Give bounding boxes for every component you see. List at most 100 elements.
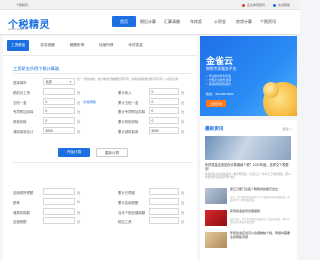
nav-item-annual-settlement[interactable]: 汇算清缴 bbox=[160, 16, 184, 27]
topbar-link-lawyer[interactable]: 企业律师顾问 bbox=[241, 3, 265, 7]
nav-item-home[interactable]: 首页 bbox=[112, 16, 136, 27]
cumulative-other-deduction-label: 累计其他扣除 bbox=[118, 120, 139, 125]
nav-item-housing-fund[interactable]: 公积金 bbox=[208, 16, 232, 27]
cumulative-special-deduction-input[interactable]: 0 bbox=[149, 107, 179, 115]
news-thumbnail[interactable] bbox=[205, 136, 291, 160]
news-top-title[interactable]: 年终奖金应该如何计算缴纳个税？2022年起，这样交个税更省！ bbox=[205, 163, 293, 171]
city-note: 选一下所在城市，部分城市社保缴费比例不同，各地社保基数可能有所不同，以实际为准 bbox=[77, 78, 179, 81]
nav-item-tax-news[interactable]: 个税资讯 bbox=[256, 16, 280, 27]
quick-deduction-unit: 元 bbox=[77, 210, 81, 215]
reset-button[interactable]: 重新计算 bbox=[96, 148, 128, 157]
form-row-total-deduction: 减除费用合计 5000 元 累计减除费用 5000 元 bbox=[13, 126, 193, 137]
news-thumbnail bbox=[205, 188, 227, 204]
cumulative-insurance-input[interactable]: 0 bbox=[149, 97, 179, 105]
cumulative-income-unit: 元 bbox=[181, 90, 185, 95]
result-row: 应缴税额 元 税后工资 元 bbox=[13, 217, 193, 227]
monthly-tax-output bbox=[149, 207, 179, 215]
tab-labor[interactable]: 劳务报酬 bbox=[36, 40, 58, 51]
after-tax-salary-label: 税后工资 bbox=[118, 220, 132, 225]
cumulative-other-deduction-input[interactable]: 0 bbox=[149, 117, 179, 125]
banner-title: 金雀云 bbox=[206, 56, 234, 66]
income-type-tabs: 工资薪金 劳务报酬 稿酬所得 经营所得 年终奖金 bbox=[3, 36, 197, 56]
chevron-down-icon: ▼ bbox=[69, 80, 72, 84]
news-item-title[interactable]: 年终奖金应当怎么合理缴纳个税，申报时需要注意哪些问题 bbox=[230, 231, 292, 240]
prepaid-output bbox=[149, 188, 179, 195]
cumulative-deduction-input[interactable]: 5000 bbox=[149, 126, 179, 134]
news-heading: 最新资讯 bbox=[205, 126, 224, 131]
cumulative-tax-label: 累计应纳税额 bbox=[118, 200, 139, 205]
insurance-detail-link[interactable]: [查看明细] bbox=[83, 100, 96, 104]
topbar-link-help[interactable]: 在线帮助 bbox=[272, 3, 290, 7]
nav-item-after-tax[interactable]: 税后计算 bbox=[136, 16, 160, 27]
topbar-site-name: 个税精灵 bbox=[16, 3, 29, 7]
promo-banner[interactable]: 金雀云 财税专家服务平台 专业税务筹划方案 合规企业账务处理 资深财税团队服务 … bbox=[200, 36, 297, 116]
nav-item-mortgage[interactable]: 房贷计算 bbox=[232, 16, 256, 27]
news-panel: 最新资讯 更多>> 年终奖金应该如何计算缴纳个税？2022年起，这样交个税更省！… bbox=[200, 120, 297, 260]
banner-phone: 热线：400-600-8000 bbox=[206, 92, 234, 96]
calculator-panel: 工资薪金 劳务报酬 稿酬所得 经营所得 年终奖金 工资薪金所得个税计算器 选择城… bbox=[3, 36, 197, 260]
city-label: 选择城市 bbox=[13, 81, 27, 85]
news-item-title[interactable]: 年终奖金如何合理避税 bbox=[230, 209, 292, 214]
news-top-desc: 年终奖是企业给职员的一笔丰厚奖励，也是员工一年辛苦工作的回报，那么年终奖金该如何… bbox=[205, 173, 291, 180]
cumulative-deduction-label: 累计减除费用 bbox=[118, 129, 139, 134]
cumulative-insurance-label: 累计五险一金 bbox=[118, 100, 139, 105]
site-logo-subtitle: gesuijingling.com bbox=[8, 28, 28, 31]
nav-item-year-end-bonus[interactable]: 年终奖 bbox=[184, 16, 208, 27]
quick-deduction-output bbox=[43, 207, 75, 215]
monthly-tax-label: 当月个税应缴纳额 bbox=[118, 210, 146, 215]
sidebar: 金雀云 财税专家服务平台 专业税务筹划方案 合规企业账务处理 资深财税团队服务 … bbox=[200, 36, 297, 260]
result-row: 速算扣除数 元 当月个税应缴纳额 元 bbox=[13, 207, 193, 218]
help-icon bbox=[272, 3, 276, 7]
tab-annual-bonus[interactable]: 年终奖金 bbox=[125, 40, 147, 51]
news-list-item[interactable]: 浙江只能门急医个税税务政策已出台 近日，浙江省税务局发布关于个税改革的新政策解读… bbox=[205, 187, 293, 206]
news-thumbnail bbox=[205, 232, 227, 248]
cumulative-insurance-unit: 元 bbox=[181, 100, 185, 105]
form-row-special-deduction: 专项附加扣除 0 元 累计专项附加扣除 0 元 bbox=[13, 107, 193, 117]
coin-graphic bbox=[263, 82, 279, 98]
cumulative-income-label: 累计收入 bbox=[118, 90, 132, 95]
top-utility-bar: 个税精灵 企业律师顾问 在线帮助 bbox=[0, 0, 300, 10]
banner-consult-button[interactable]: 立即咨询 bbox=[206, 100, 227, 107]
tab-royalty[interactable]: 稿酬所得 bbox=[66, 40, 88, 51]
form-row-city: 选择城市 北京 ▼ 选一下所在城市，部分城市社保缴费比例不同，各地社保基数可能有所… bbox=[13, 78, 193, 88]
form-row-insurance: 五险一金 0 元 [查看明细] 累计五险一金 0 元 bbox=[13, 97, 193, 108]
special-deduction-label: 专项附加扣除 bbox=[13, 110, 34, 115]
cumulative-income-input[interactable]: 0 bbox=[149, 87, 179, 95]
news-item-desc: 近日，浙江省税务局发布关于个税改革的新政策解读，涉及诸多个人所得税优惠。 bbox=[230, 196, 290, 202]
news-item-title[interactable]: 浙江只能门急医个税税务政策已出台 bbox=[230, 187, 292, 192]
form-row-other-deduction: 其他扣除 0 元 累计其他扣除 0 元 bbox=[13, 117, 193, 127]
total-deduction-unit: 元 bbox=[77, 129, 81, 134]
city-select[interactable]: 北京 ▼ bbox=[43, 78, 75, 85]
salary-label: 税前月工资 bbox=[13, 90, 30, 95]
insurance-label: 五险一金 bbox=[13, 100, 27, 105]
cumulative-other-deduction-unit: 元 bbox=[181, 120, 185, 125]
site-header: 个税精灵 gesuijingling.com 首页 税后计算 汇算清缴 年终奖 … bbox=[0, 10, 300, 35]
news-list-item[interactable]: 年终奖金应当怎么合理缴纳个税，申报时需要注意哪些问题 bbox=[205, 231, 293, 250]
taxable-income-label: 应纳税所得额 bbox=[13, 191, 34, 195]
monthly-tax-unit: 元 bbox=[181, 210, 185, 215]
after-tax-salary-unit: 元 bbox=[181, 220, 185, 225]
cumulative-tax-output bbox=[149, 197, 179, 205]
news-more-link[interactable]: 更多>> bbox=[282, 127, 292, 131]
special-deduction-input[interactable]: 0 bbox=[43, 107, 75, 115]
form-row-salary: 税前月工资 元 累计收入 0 元 bbox=[13, 87, 193, 98]
form-buttons: 开始计算 重新计算 bbox=[58, 148, 128, 157]
other-deduction-input[interactable]: 0 bbox=[43, 117, 75, 125]
topbar-links: 企业律师顾问 在线帮助 bbox=[241, 3, 290, 7]
tab-salary[interactable]: 工资薪金 bbox=[7, 40, 30, 51]
calculator-form: 选择城市 北京 ▼ 选一下所在城市，部分城市社保缴费比例不同，各地社保基数可能有所… bbox=[13, 78, 193, 137]
total-deduction-input[interactable]: 5000 bbox=[43, 126, 75, 134]
prepaid-label: 累计已预缴 bbox=[118, 191, 135, 195]
banner-feature-list: 专业税务筹划方案 合规企业账务处理 资深财税团队服务 bbox=[206, 74, 231, 87]
insurance-input[interactable]: 0 bbox=[43, 97, 75, 105]
cumulative-deduction-unit: 元 bbox=[181, 129, 185, 134]
news-list-item[interactable]: 年终奖金如何合理避税 临近年底，不少企业都在准备给员工发放年终奖，那么年终奖如何… bbox=[205, 209, 293, 228]
calculator-title: 工资薪金所得个税计算器 bbox=[13, 66, 60, 71]
location-icon bbox=[241, 3, 245, 7]
calculate-button[interactable]: 开始计算 bbox=[58, 148, 90, 157]
salary-input[interactable] bbox=[43, 87, 75, 95]
tax-rate-unit: % bbox=[77, 199, 80, 204]
cumulative-tax-unit: 元 bbox=[181, 200, 185, 205]
tab-business[interactable]: 经营所得 bbox=[95, 40, 117, 51]
tax-due-unit: 元 bbox=[77, 220, 81, 225]
